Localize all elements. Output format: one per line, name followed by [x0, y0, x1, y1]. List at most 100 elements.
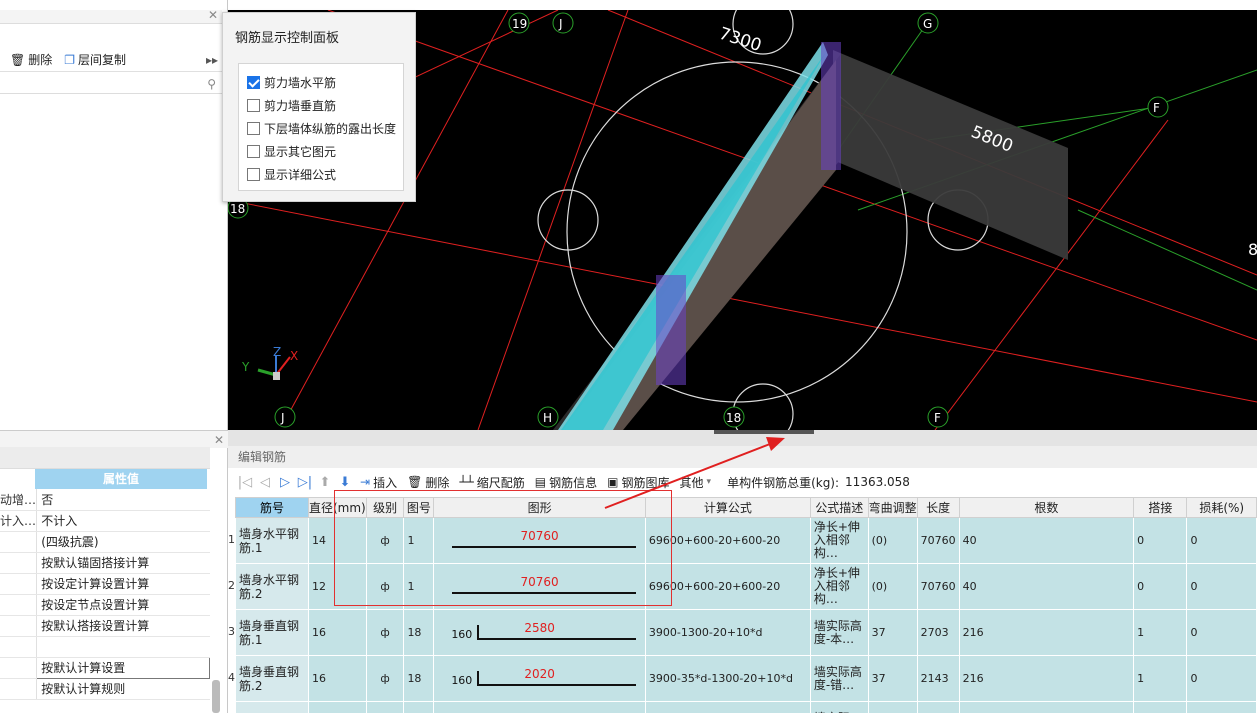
column-header[interactable]: 图号	[403, 497, 435, 518]
figure-number-cell[interactable]: 1	[403, 517, 435, 564]
count-cell[interactable]: 216	[958, 609, 1135, 656]
column-header[interactable]: 筋号	[235, 497, 309, 518]
column-header[interactable]: 直径(mm)	[308, 497, 367, 518]
column-header[interactable]: 根数	[958, 497, 1135, 518]
move-up-icon[interactable]: ⬆	[316, 475, 334, 490]
column-header[interactable]: 公式描述	[809, 497, 869, 518]
checkbox[interactable]	[247, 168, 260, 181]
column-header[interactable]: 图形	[433, 497, 646, 518]
option-show-detailed-formula[interactable]: 显示详细公式	[247, 166, 336, 183]
property-row[interactable]	[0, 636, 210, 658]
formula-cell[interactable]: 3900-1300-20+10*d	[644, 609, 811, 656]
rebar-table[interactable]: 筋号 直径(mm) 级别 图号 图形 计算公式 公式描述 弯曲调整 长度 根数 搭接 损耗(%) 墙身…	[235, 497, 1257, 713]
diameter-cell[interactable]: 14	[308, 517, 367, 564]
count-cell[interactable]	[958, 701, 1135, 713]
formula-cell[interactable]: 69600+600-20+600-20	[644, 517, 811, 564]
bend-adjust-cell[interactable]: (0)	[867, 563, 918, 610]
search-icon[interactable]: ⚲	[207, 77, 216, 91]
loss-cell[interactable]: 0	[1186, 563, 1257, 610]
formula-cell[interactable]: 3900-35*d-1300-20+10*d	[644, 655, 811, 702]
property-row[interactable]: 按默认计算规则	[0, 678, 210, 700]
formula-desc-cell[interactable]: 墙实际高…	[809, 701, 869, 713]
formula-cell[interactable]: 69600+600-20+600-20	[644, 563, 811, 610]
row-number[interactable]: 1	[228, 533, 235, 546]
column-header[interactable]: 长度	[916, 497, 960, 518]
property-row[interactable]: 按设定计算设置计算	[0, 573, 210, 595]
figure-number-cell[interactable]: 18	[403, 609, 435, 656]
checkbox[interactable]	[247, 76, 260, 89]
insert-button[interactable]: ⇥ 插入	[356, 474, 401, 491]
property-value[interactable]: 按默认计算设置	[36, 656, 210, 679]
column-header[interactable]: 弯曲调整	[867, 497, 918, 518]
table-row[interactable]: 墙身水平钢筋.2 12 ф 1 70760 69600+600-20+600-20 净长+伸…	[235, 563, 1257, 610]
property-row[interactable]: 动增… 否	[0, 489, 210, 511]
property-row[interactable]: 计入… 不计入	[0, 510, 210, 532]
property-value[interactable]: 按默认搭接设置计算	[36, 615, 210, 637]
move-down-icon[interactable]: ⬇	[336, 475, 354, 490]
bend-adjust-cell[interactable]: (0)	[867, 517, 918, 564]
floor-copy-button[interactable]: ❐ 层间复制	[60, 51, 130, 68]
property-value[interactable]: 按设定计算设置计算	[36, 573, 210, 595]
prev-record-icon[interactable]: ◁	[256, 475, 274, 490]
grade-cell[interactable]: ф	[365, 655, 405, 702]
close-icon[interactable]: ✕	[208, 8, 218, 22]
delete-button[interactable]: 🗑 删除	[6, 51, 56, 68]
more-icon[interactable]: ▸▸	[206, 53, 218, 67]
shape-cell[interactable]: 160 2020	[433, 655, 646, 702]
grade-cell[interactable]	[365, 701, 405, 713]
column-header[interactable]: 搭接	[1133, 497, 1188, 518]
row-number[interactable]: 2	[228, 579, 235, 592]
diameter-cell[interactable]: 12	[308, 563, 367, 610]
table-row[interactable]: 墙身垂直钢筋.2 16 ф 18 160 2020 3900-35*d-1300-20+10…	[235, 655, 1257, 702]
length-cell[interactable]: 70760	[916, 517, 960, 564]
checkbox[interactable]	[247, 99, 260, 112]
option-show-other-elements[interactable]: 显示其它图元	[247, 143, 336, 160]
lap-cell[interactable]: 1	[1133, 609, 1188, 656]
lap-cell[interactable]: 1	[1133, 655, 1188, 702]
property-value[interactable]	[36, 636, 210, 658]
diameter-cell[interactable]: 16	[308, 609, 367, 656]
shape-cell[interactable]: 70760	[433, 517, 646, 564]
shape-cell[interactable]	[433, 701, 646, 713]
option-lower-wall-exposed-length[interactable]: 下层墙体纵筋的露出长度	[247, 120, 396, 137]
loss-cell[interactable]: 0	[1186, 517, 1257, 564]
formula-cell[interactable]	[644, 701, 811, 713]
shape-cell[interactable]: 160 2580	[433, 609, 646, 656]
column-header[interactable]: 级别	[365, 497, 405, 518]
count-cell[interactable]: 216	[958, 655, 1135, 702]
lap-cell[interactable]: 0	[1133, 517, 1188, 564]
table-row[interactable]: 墙身水平钢筋.1 14 ф 1 70760 69600+600-20+600-20 净长+伸…	[235, 517, 1257, 564]
figure-number-cell[interactable]: 18	[403, 655, 435, 702]
shape-cell[interactable]: 70760	[433, 563, 646, 610]
property-value[interactable]: 按默认锚固搭接计算	[36, 552, 210, 574]
property-row[interactable]: 按默认计算设置	[0, 656, 210, 679]
rebar-name-cell[interactable]: 墙身垂直钢筋.1	[235, 609, 309, 656]
count-cell[interactable]: 40	[958, 517, 1135, 564]
splitter-grip[interactable]	[714, 430, 814, 434]
column-header[interactable]: 计算公式	[644, 497, 811, 518]
option-shear-wall-vertical[interactable]: 剪力墙垂直筋	[247, 97, 336, 114]
scale-rebar-button[interactable]: ┴┴ 缩尺配筋	[455, 474, 528, 491]
property-value[interactable]: 不计入	[36, 510, 210, 532]
loss-cell[interactable]	[1186, 701, 1257, 713]
property-scrollbar[interactable]	[212, 680, 220, 713]
length-cell[interactable]: 2703	[916, 609, 960, 656]
next-record-icon[interactable]: ▷	[276, 475, 294, 490]
diameter-cell[interactable]	[308, 701, 367, 713]
rebar-info-button[interactable]: ▤ 钢筋信息	[531, 474, 601, 491]
formula-desc-cell[interactable]: 墙实际高度-本…	[809, 609, 869, 656]
lap-cell[interactable]: 0	[1133, 563, 1188, 610]
panel-splitter[interactable]	[228, 430, 1257, 446]
property-row[interactable]: 按默认搭接设置计算	[0, 615, 210, 637]
grade-cell[interactable]: ф	[365, 609, 405, 656]
last-record-icon[interactable]: ▷|	[296, 475, 314, 490]
formula-desc-cell[interactable]: 净长+伸入相邻构…	[809, 563, 869, 610]
rebar-library-button[interactable]: ▣ 钢筋图库	[603, 474, 673, 491]
rebar-name-cell[interactable]: 墙身垂直…	[235, 701, 309, 713]
figure-number-cell[interactable]: 1	[403, 563, 435, 610]
grade-cell[interactable]: ф	[365, 517, 405, 564]
property-row[interactable]: (四级抗震)	[0, 531, 210, 553]
checkbox[interactable]	[247, 145, 260, 158]
table-row[interactable]: 墙身垂直钢筋.1 16 ф 18 160 2580 3900-1300-20+10*d 墙实际…	[235, 609, 1257, 656]
rebar-name-cell[interactable]: 墙身水平钢筋.2	[235, 563, 309, 610]
